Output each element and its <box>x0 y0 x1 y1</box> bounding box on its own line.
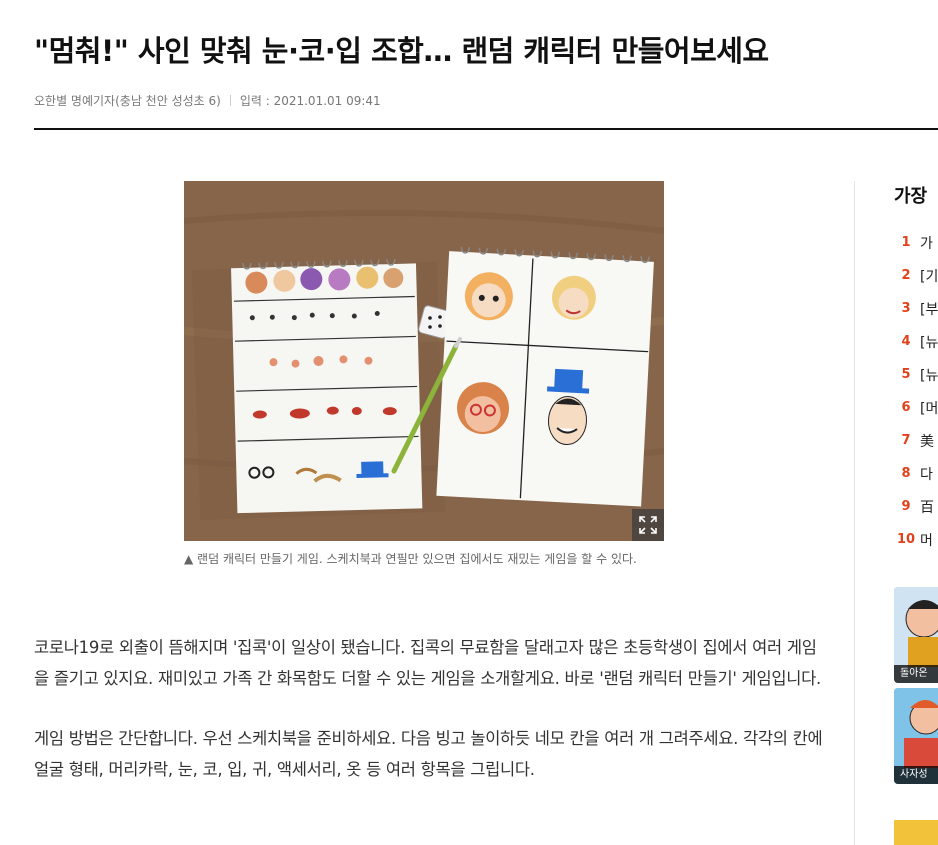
ranking-item[interactable]: 2 [기 <box>892 259 938 292</box>
rank-title: 가 <box>920 235 933 252</box>
rank-number: 10 <box>896 532 916 547</box>
photo-illustration <box>184 181 664 541</box>
ranking-list: 1가 2 [기 3 [부 4 [뉴 5 [뉴 6 [머 7美 8다 9百 10 머 <box>892 226 938 556</box>
sidebar-thumbnail[interactable]: 돌아온 <box>894 587 938 683</box>
ranking-item[interactable]: 8다 <box>892 457 938 490</box>
paragraph: 코로나19로 외출이 뜸해지며 '집콕'이 일상이 됐습니다. 집콕의 무료함을… <box>34 638 821 688</box>
ranking-item[interactable]: 1가 <box>892 226 938 259</box>
rank-number: 8 <box>901 466 911 481</box>
thumbnail-caption: 사자성 <box>894 766 938 784</box>
rank-number: 4 <box>901 334 911 349</box>
ranking-item[interactable]: 9百 <box>892 490 938 523</box>
rank-number: 1 <box>901 235 911 250</box>
sidebar-divider <box>854 181 855 845</box>
ranking-item[interactable]: 5 [뉴 <box>892 358 938 391</box>
rank-title: [부 <box>920 301 938 318</box>
expand-icon <box>639 516 657 534</box>
article-photo[interactable] <box>184 181 664 541</box>
paragraph: 게임 방법은 간단합니다. 우선 스케치북을 준비하세요. 다음 빙고 놀이하듯… <box>34 729 823 779</box>
header-rule <box>34 128 938 130</box>
photo-caption: ▲ 랜덤 캐릭터 만들기 게임. 스케치북과 연필만 있으면 집에서도 재밌는 … <box>184 552 637 566</box>
publish-date: 입력 : 2021.01.01 09:41 <box>239 94 381 108</box>
rank-title: 머 <box>920 532 933 549</box>
rank-number: 6 <box>901 400 911 415</box>
sidebar-title: 가장 <box>894 186 928 207</box>
thumbnail-caption: 돌아온 <box>894 665 938 683</box>
sidebar-thumbnail[interactable]: 사자성 <box>894 688 938 784</box>
ranking-item[interactable]: 10 머 <box>892 523 938 556</box>
rank-title: [머 <box>920 400 938 417</box>
rank-number: 3 <box>901 301 911 316</box>
sidebar-banner[interactable] <box>894 820 938 845</box>
rank-title: [뉴 <box>920 367 938 384</box>
rank-number: 7 <box>901 433 911 448</box>
article-headline: "멈춰!" 사인 맞춰 눈·코·입 조합… 랜덤 캐릭터 만들어보세요 <box>34 34 769 68</box>
rank-title: [뉴 <box>920 334 938 351</box>
meta-divider <box>229 95 231 106</box>
rank-title: 百 <box>920 499 934 516</box>
ranking-item[interactable]: 7美 <box>892 424 938 457</box>
rank-number: 2 <box>901 268 911 283</box>
ranking-item[interactable]: 6 [머 <box>892 391 938 424</box>
ranking-item[interactable]: 4 [뉴 <box>892 325 938 358</box>
rank-number: 9 <box>901 499 911 514</box>
ranking-item[interactable]: 3 [부 <box>892 292 938 325</box>
rank-title: 다 <box>920 466 933 483</box>
rank-number: 5 <box>901 367 911 382</box>
rank-title: 美 <box>920 433 934 450</box>
article-body: 코로나19로 외출이 뜸해지며 '집콕'이 일상이 됐습니다. 집콕의 무료함을… <box>34 632 824 814</box>
rank-title: [기 <box>920 268 938 285</box>
expand-photo-button[interactable] <box>632 509 664 541</box>
author-name: 오한별 명예기자(충남 천안 성성초 6) <box>34 94 221 108</box>
article-meta: 오한별 명예기자(충남 천안 성성초 6) 입력 : 2021.01.01 09:… <box>34 92 381 109</box>
